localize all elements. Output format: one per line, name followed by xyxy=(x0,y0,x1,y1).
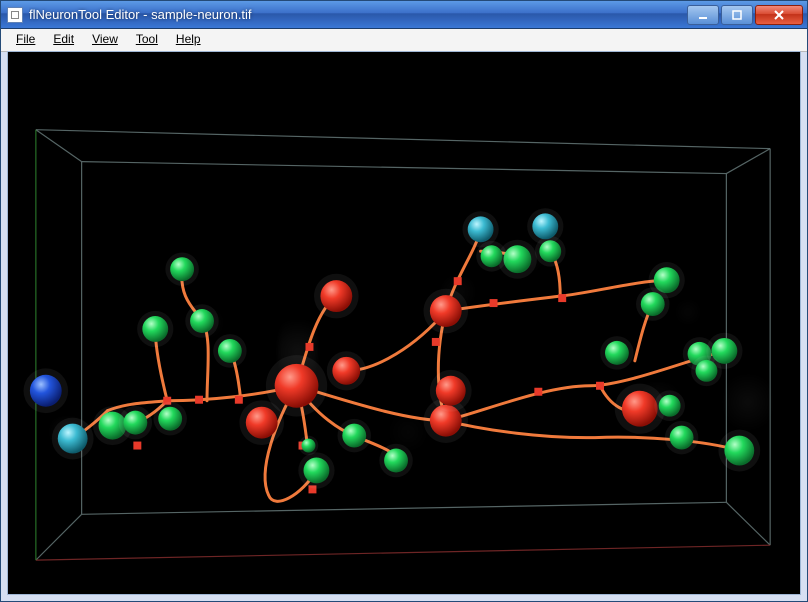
app-icon xyxy=(7,7,23,23)
close-icon xyxy=(773,10,785,20)
window-controls xyxy=(687,5,803,25)
3d-viewport[interactable] xyxy=(8,52,800,594)
titlebar[interactable]: flNeuronTool Editor - sample-neuron.tif xyxy=(1,1,807,29)
menu-file[interactable]: File xyxy=(7,29,44,51)
client-area xyxy=(7,51,801,595)
minimize-button[interactable] xyxy=(687,5,719,25)
minimize-icon xyxy=(698,10,708,20)
window-title: flNeuronTool Editor - sample-neuron.tif xyxy=(29,7,687,22)
menu-tool[interactable]: Tool xyxy=(127,29,167,51)
menubar: File Edit View Tool Help xyxy=(1,29,807,52)
maximize-button[interactable] xyxy=(721,5,753,25)
menu-help[interactable]: Help xyxy=(167,29,210,51)
close-button[interactable] xyxy=(755,5,803,25)
maximize-icon xyxy=(732,10,742,20)
bounding-box xyxy=(36,130,770,560)
menu-view[interactable]: View xyxy=(83,29,127,51)
neuron-scene xyxy=(8,52,800,594)
menu-edit[interactable]: Edit xyxy=(44,29,83,51)
app-window: flNeuronTool Editor - sample-neuron.tif … xyxy=(0,0,808,602)
